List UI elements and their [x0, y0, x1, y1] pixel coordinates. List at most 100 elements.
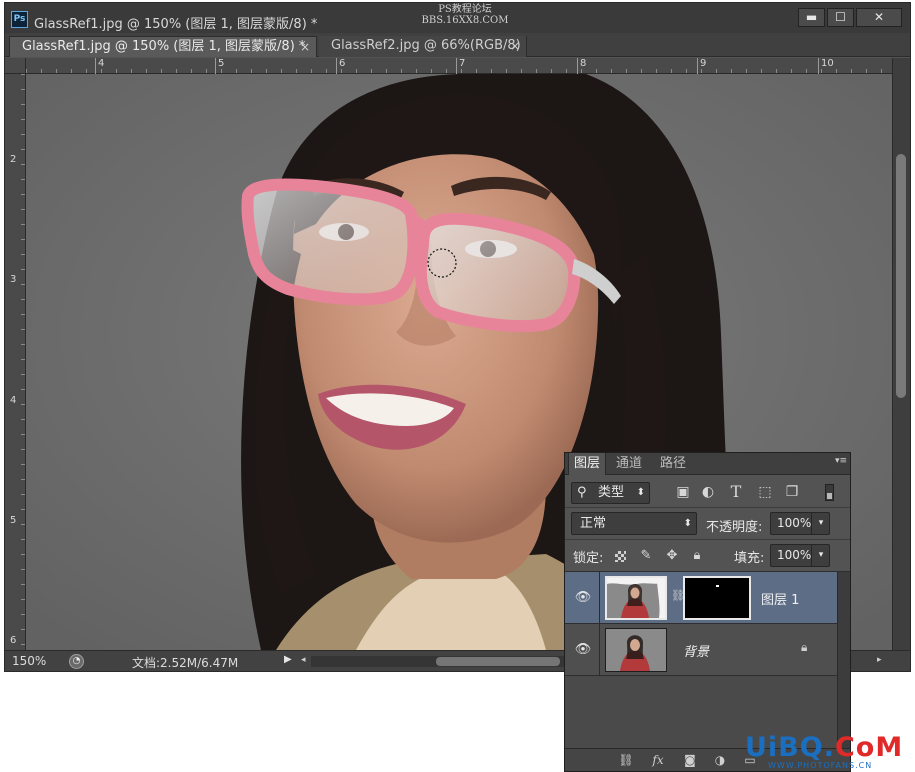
scroll-right-arrow[interactable]: ▸ [877, 655, 882, 665]
layer-thumbnail[interactable] [605, 628, 667, 672]
filter-toggle-switch[interactable] [825, 484, 834, 501]
close-window-button[interactable]: ✕ [856, 8, 902, 27]
add-mask-icon[interactable]: ◙ [681, 752, 699, 768]
opacity-value: 100% [777, 516, 812, 530]
forum-watermark-line2: BBS.16XX8.COM [421, 15, 509, 26]
vertical-ruler[interactable]: 2 3 4 5 6 [5, 74, 26, 650]
eye-icon[interactable]: 👁︎ [573, 588, 593, 608]
ruler-tick-label: 4 [10, 395, 17, 406]
screenshot: Ps GlassRef1.jpg @ 150% (图层 1, 图层蒙版/8) *… [0, 0, 915, 772]
blend-mode-value: 正常 [580, 516, 607, 531]
panel-tab-bar: 图层 通道 路径 ▾≡ [565, 453, 850, 475]
maximize-button[interactable]: ☐ [827, 8, 854, 27]
chevron-updown-icon: ⬍ [683, 518, 692, 529]
watermark-part1: UiBQ. [745, 732, 835, 763]
tab-paths[interactable]: 路径 [655, 453, 691, 475]
tab-glassref2[interactable]: GlassRef2.jpg @ 66%(RGB/8) × [319, 36, 527, 57]
horizontal-ruler[interactable]: 4 5 6 7 8 9 10 [26, 58, 892, 74]
adjustment-filter-icon[interactable]: ◐ [700, 484, 716, 500]
zoom-readout[interactable]: 150% [12, 654, 46, 668]
title-bar[interactable]: Ps GlassRef1.jpg @ 150% (图层 1, 图层蒙版/8) *… [5, 3, 910, 33]
chevron-down-icon[interactable]: ▾ [811, 545, 830, 566]
status-menu-arrow[interactable]: ▶ [284, 654, 292, 665]
layer-mask-thumbnail[interactable] [683, 576, 751, 620]
thumbnail-image [607, 578, 665, 618]
opacity-label: 不透明度: [706, 520, 763, 535]
divider [599, 624, 600, 676]
site-watermark-url: WWW.PHOTOFANS.CN [768, 761, 873, 770]
tab-label: GlassRef1.jpg @ 150% (图层 1, 图层蒙版/8) * [22, 39, 306, 54]
tab-channels[interactable]: 通道 [611, 453, 647, 475]
horizontal-scrollbar[interactable] [311, 656, 566, 667]
pixel-filter-icon[interactable]: ▣ [675, 484, 691, 500]
lock-move-icon[interactable]: ✥ [664, 548, 680, 564]
lock-transparency-icon[interactable] [615, 551, 626, 562]
layer-name[interactable]: 图层 1 [761, 589, 799, 608]
divider [599, 572, 600, 624]
blend-row: 正常 ⬍ 不透明度: 100% ▾ [565, 508, 850, 540]
layer-thumbnail[interactable] [605, 576, 667, 620]
fill-value: 100% [777, 548, 812, 562]
tab-glassref1[interactable]: GlassRef1.jpg @ 150% (图层 1, 图层蒙版/8) * × [9, 36, 317, 57]
filter-kind-select[interactable]: ⚲ 类型 ⬍ [571, 482, 650, 504]
layer-name[interactable]: 背景 [683, 641, 709, 660]
chevron-updown-icon: ⬍ [636, 487, 645, 498]
lock-all-icon[interactable]: 🔒︎ [689, 548, 705, 564]
ruler-tick-label: 5 [214, 58, 225, 74]
ruler-tick-label: 7 [455, 58, 466, 74]
lock-brush-icon[interactable]: ✎ [638, 548, 654, 564]
blend-mode-select[interactable]: 正常 ⬍ [571, 512, 697, 535]
type-filter-icon[interactable]: T [728, 484, 744, 500]
photoshop-app-icon: Ps [11, 11, 28, 28]
layer-row-layer-1[interactable]: 👁︎ ⛓︎ 图层 1 [565, 572, 837, 624]
site-watermark: UiBQ.CoM WWW.PHOTOFANS.CN [740, 732, 915, 772]
filter-kind-label: 类型 [598, 485, 625, 500]
watermark-part2: CoM [834, 732, 904, 763]
share-icon[interactable]: ◔ [69, 654, 84, 669]
forum-watermark: PS教程论坛 BBS.16XX8.COM [415, 4, 515, 26]
shape-filter-icon[interactable]: ⬚ [757, 484, 773, 500]
scroll-left-arrow[interactable]: ◂ [301, 655, 306, 665]
layer-row-background[interactable]: 👁︎ 背景 🔒︎ [565, 624, 837, 676]
ruler-tick-label: 2 [10, 154, 17, 165]
lock-icon: 🔒︎ [801, 640, 808, 654]
link-layers-icon[interactable]: ⛓︎ [617, 752, 635, 768]
window-title: GlassRef1.jpg @ 150% (图层 1, 图层蒙版/8) * [34, 17, 318, 32]
vertical-scroll-thumb[interactable] [896, 154, 906, 398]
opacity-field[interactable]: 100% ▾ [770, 512, 830, 535]
tab-close-icon[interactable]: × [510, 36, 520, 56]
layers-panel: 图层 通道 路径 ▾≡ ⚲ 类型 ⬍ ▣ ◐ T ⬚ ❐ 正常 ⬍ 不透明度: [564, 452, 851, 772]
search-icon: ⚲ [577, 485, 587, 500]
ruler-tick-label: 6 [335, 58, 346, 74]
minimize-button[interactable]: ▬ [798, 8, 825, 27]
smart-object-filter-icon[interactable]: ❐ [784, 484, 800, 500]
document-size: 文档:2.52M/6.47M [132, 656, 239, 670]
fx-icon[interactable]: fx [649, 752, 667, 768]
ruler-tick-label: 10 [818, 58, 834, 74]
site-watermark-logo: UiBQ.CoM [745, 732, 903, 763]
layer-list: 👁︎ ⛓︎ 图层 1 👁︎ 背景 🔒︎ [565, 572, 850, 748]
fill-label: 填充: [734, 551, 765, 566]
fill-field[interactable]: 100% ▾ [770, 544, 830, 567]
ruler-tick-label: 5 [10, 515, 17, 526]
ruler-origin[interactable] [5, 58, 26, 74]
layer-list-scrollbar[interactable] [837, 572, 850, 748]
tab-close-icon[interactable]: × [300, 37, 310, 57]
panel-menu-icon[interactable]: ▾≡ [835, 456, 847, 466]
ruler-tick-label: 4 [94, 58, 105, 74]
mask-highlight [716, 585, 719, 587]
eye-icon[interactable]: 👁︎ [573, 640, 593, 660]
chevron-down-icon[interactable]: ▾ [811, 513, 830, 534]
lock-label: 锁定: [573, 551, 604, 566]
thumbnail-image [606, 629, 666, 671]
lock-row: 锁定: ✎ ✥ 🔒︎ 填充: 100% ▾ [565, 540, 850, 572]
adjustment-layer-icon[interactable]: ◑ [711, 752, 729, 768]
vertical-scrollbar[interactable] [892, 58, 910, 650]
horizontal-scroll-thumb[interactable] [436, 657, 560, 666]
ruler-tick-label: 8 [576, 58, 587, 74]
ruler-tick-label: 9 [696, 58, 707, 74]
document-tab-bar: GlassRef1.jpg @ 150% (图层 1, 图层蒙版/8) * × … [5, 33, 910, 57]
tab-label: GlassRef2.jpg @ 66%(RGB/8) [331, 38, 521, 53]
tab-layers[interactable]: 图层 [568, 453, 607, 475]
forum-watermark-line1: PS教程论坛 [438, 4, 492, 15]
